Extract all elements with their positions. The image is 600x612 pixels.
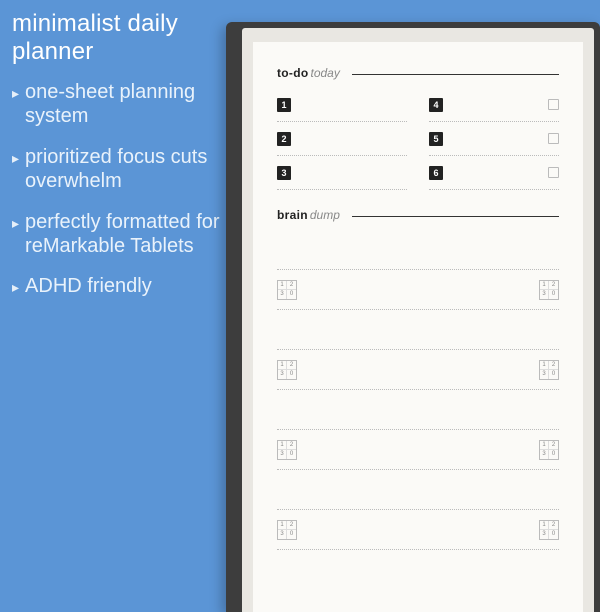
priority-quad-icon: 1230 [539, 520, 559, 540]
priority-quad-icon: 1230 [277, 520, 297, 540]
dump-row: 1230 1230 [277, 230, 559, 270]
promo-text-column: minimalist daily planner ▸ one-sheet pla… [12, 10, 222, 315]
todo-item-4: 4 [429, 88, 559, 122]
chevron-right-icon: ▸ [12, 83, 19, 103]
bullet-item: ▸ ADHD friendly [12, 274, 222, 298]
bullet-item: ▸ perfectly formatted for reMarkable Tab… [12, 210, 222, 259]
dump-row: 1230 1230 [277, 270, 559, 310]
todo-item-5: 5 [429, 122, 559, 156]
bullet-text: ADHD friendly [25, 274, 152, 298]
todo-label-bold: to-do [277, 66, 308, 80]
braindump-label-light: dump [310, 208, 340, 222]
chevron-right-icon: ▸ [12, 148, 19, 168]
priority-number-box: 1 [277, 98, 291, 112]
dump-row: 1230 1230 [277, 350, 559, 390]
todo-item-6: 6 [429, 156, 559, 190]
priority-number-box: 2 [277, 132, 291, 146]
todo-label-light: today [310, 66, 339, 80]
dump-row: 1230 1230 [277, 430, 559, 470]
priority-quad-icon: 1230 [539, 360, 559, 380]
bullet-text: perfectly formatted for reMarkable Table… [25, 210, 222, 259]
header-rule [352, 74, 559, 75]
priority-number-box: 6 [429, 166, 443, 180]
chevron-right-icon: ▸ [12, 213, 19, 233]
feature-bullet-list: ▸ one-sheet planning system ▸ prioritize… [12, 80, 222, 299]
todo-item-1: 1 [277, 88, 407, 122]
checkbox-icon [548, 133, 559, 144]
header-rule [352, 216, 559, 217]
headline: minimalist daily planner [12, 10, 222, 66]
dump-row: 1230 1230 [277, 310, 559, 350]
chevron-right-icon: ▸ [12, 277, 19, 297]
checkbox-icon [548, 167, 559, 178]
priority-quad-icon: 1230 [277, 440, 297, 460]
braindump-rows: 1230 1230 1230 1230 1230 1230 [277, 230, 559, 550]
priority-quad-icon: 1230 [277, 280, 297, 300]
priority-quad-icon: 1230 [277, 360, 297, 380]
todo-grid: 1 4 2 5 3 [277, 88, 559, 190]
dump-row: 1230 1230 [277, 470, 559, 510]
priority-number-box: 5 [429, 132, 443, 146]
priority-quad-icon: 1230 [539, 280, 559, 300]
priority-number-box: 4 [429, 98, 443, 112]
bullet-text: one-sheet planning system [25, 80, 222, 129]
bullet-text: prioritized focus cuts overwhelm [25, 145, 222, 194]
tablet-bezel: to-do today 1 4 2 5 [242, 28, 594, 612]
priority-quad-icon: 1230 [539, 440, 559, 460]
checkbox-icon [548, 99, 559, 110]
todo-item-3: 3 [277, 156, 407, 190]
tablet-mockup: to-do today 1 4 2 5 [226, 22, 600, 612]
bullet-item: ▸ one-sheet planning system [12, 80, 222, 129]
todo-section-header: to-do today [277, 66, 559, 80]
todo-item-2: 2 [277, 122, 407, 156]
dump-row: 1230 1230 [277, 510, 559, 550]
bullet-item: ▸ prioritized focus cuts overwhelm [12, 145, 222, 194]
dump-row: 1230 1230 [277, 390, 559, 430]
braindump-label-bold: brain [277, 208, 308, 222]
planner-page: to-do today 1 4 2 5 [253, 42, 583, 612]
priority-number-box: 3 [277, 166, 291, 180]
braindump-section-header: brain dump [277, 208, 559, 222]
